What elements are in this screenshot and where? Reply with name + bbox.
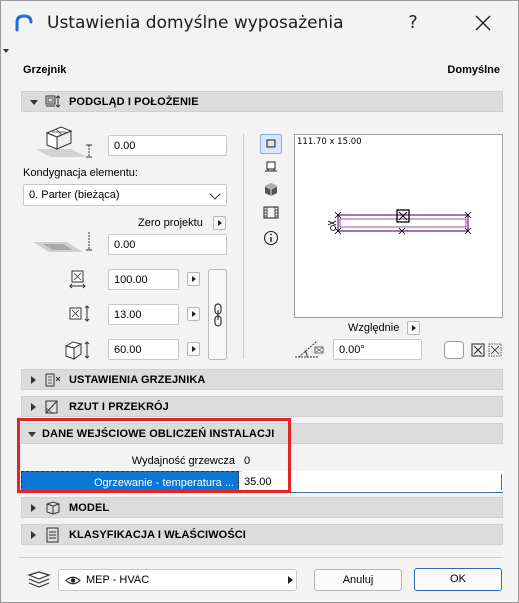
help-button[interactable]: ? bbox=[393, 5, 433, 41]
close-icon bbox=[475, 15, 491, 31]
chain-link-icon bbox=[214, 303, 222, 327]
story-label: Kondygnacja elementu: bbox=[23, 167, 138, 179]
section-classification[interactable]: KLASYFIKACJA I WŁAŚCIWOŚCI bbox=[21, 524, 503, 545]
story-value: 0. Parter (bieżąca) bbox=[29, 189, 120, 201]
dropdown-arrow-icon bbox=[288, 576, 293, 584]
default-label: Domyślne bbox=[447, 64, 500, 76]
section-title: MODEL bbox=[69, 502, 110, 514]
layer-value: MEP - HVAC bbox=[86, 574, 150, 586]
expanded-triangle-icon bbox=[30, 100, 38, 105]
info-icon bbox=[263, 230, 279, 246]
layers-icon bbox=[27, 571, 51, 588]
collapse-arrow-icon[interactable] bbox=[3, 49, 9, 53]
height-options-button[interactable] bbox=[187, 342, 200, 356]
side-view-icon bbox=[265, 161, 277, 172]
collapsed-triangle-icon bbox=[31, 504, 36, 512]
relative-options-button[interactable] bbox=[407, 321, 420, 335]
section-title: KLASYFIKACJA I WŁAŚCIWOŚCI bbox=[69, 529, 246, 541]
collapsed-triangle-icon bbox=[31, 376, 36, 384]
relative-label: Względnie bbox=[348, 322, 400, 334]
plan-view-icon bbox=[266, 139, 276, 148]
top-offset-icon bbox=[35, 126, 92, 158]
title-bar[interactable]: Ustawienia domyślne wyposażenia ? bbox=[1, 1, 518, 45]
vertical-separator bbox=[243, 134, 244, 359]
width-icon bbox=[69, 270, 86, 289]
section-title: PODGLĄD I POŁOŻENIE bbox=[69, 96, 199, 108]
radiator-plan-symbol bbox=[327, 209, 472, 235]
collapsed-triangle-icon bbox=[31, 403, 36, 411]
mirror-toggle[interactable] bbox=[444, 341, 464, 359]
cancel-button[interactable]: Anuluj bbox=[314, 569, 402, 591]
model-cube-icon bbox=[46, 501, 60, 515]
height-field[interactable]: 60.00 bbox=[108, 339, 179, 360]
dialog-title: Ustawienia domyślne wyposażenia bbox=[47, 13, 344, 33]
element-type-label: Grzejnik bbox=[23, 64, 67, 76]
elevation-field[interactable]: 0.00 bbox=[108, 234, 227, 255]
section-title: USTAWIENIA GRZEJNIKA bbox=[69, 374, 206, 386]
elevation-icon bbox=[33, 232, 92, 252]
depth-field[interactable]: 13.00 bbox=[108, 304, 179, 325]
collapsed-triangle-icon bbox=[31, 531, 36, 539]
section-preview-position[interactable]: PODGLĄD I POŁOŻENIE bbox=[21, 91, 503, 112]
filmstrip-icon bbox=[263, 206, 279, 219]
annotation-highlight-box bbox=[17, 418, 291, 493]
3d-view-icon bbox=[264, 183, 278, 196]
view-3d-button[interactable] bbox=[260, 180, 282, 200]
section-title: RZUT I PRZEKRÓJ bbox=[69, 401, 169, 413]
anchor-point-icons[interactable] bbox=[471, 343, 503, 357]
archicad-app-icon bbox=[15, 14, 33, 32]
cell-edge bbox=[501, 474, 502, 490]
link-dimensions-button[interactable] bbox=[208, 269, 227, 360]
view-filmstrip-button[interactable] bbox=[260, 203, 282, 223]
layer-dropdown[interactable]: MEP - HVAC bbox=[58, 569, 297, 591]
ok-button[interactable]: OK bbox=[414, 568, 502, 591]
plan-section-icon bbox=[45, 400, 58, 414]
eye-visibility-icon bbox=[65, 576, 81, 585]
reference-level-button[interactable] bbox=[213, 216, 226, 230]
preview-position-icon bbox=[45, 95, 61, 108]
story-dropdown[interactable]: 0. Parter (bieżąca) bbox=[23, 184, 227, 206]
top-offset-field[interactable]: 0.00 bbox=[108, 135, 227, 156]
close-button[interactable] bbox=[463, 5, 503, 41]
view-plan-button[interactable] bbox=[260, 134, 282, 154]
section-plan-section[interactable]: RZUT I PRZEKRÓJ bbox=[21, 396, 503, 417]
section-radiator-settings[interactable]: USTAWIENIA GRZEJNIKA bbox=[21, 369, 503, 390]
classification-list-icon bbox=[46, 527, 59, 543]
depth-options-button[interactable] bbox=[187, 307, 200, 321]
width-field[interactable]: 100.00 bbox=[108, 269, 179, 290]
equipment-default-settings-dialog: Ustawienia domyślne wyposażenia ? Grzejn… bbox=[0, 0, 519, 603]
width-options-button[interactable] bbox=[187, 272, 200, 286]
rotation-angle-icon bbox=[295, 340, 324, 358]
view-side-button[interactable] bbox=[260, 157, 282, 177]
section-model[interactable]: MODEL bbox=[21, 497, 503, 518]
radiator-settings-icon bbox=[45, 373, 61, 387]
height-icon bbox=[64, 341, 90, 360]
project-zero-label: Zero projektu bbox=[138, 217, 203, 229]
footer-separator bbox=[19, 557, 503, 558]
preview-window: 111.70 x 15.00 bbox=[294, 134, 503, 318]
view-info-button[interactable] bbox=[260, 228, 282, 248]
chevron-down-icon bbox=[209, 188, 221, 200]
depth-icon bbox=[69, 305, 90, 322]
rotation-field[interactable]: 0.00° bbox=[333, 339, 422, 360]
